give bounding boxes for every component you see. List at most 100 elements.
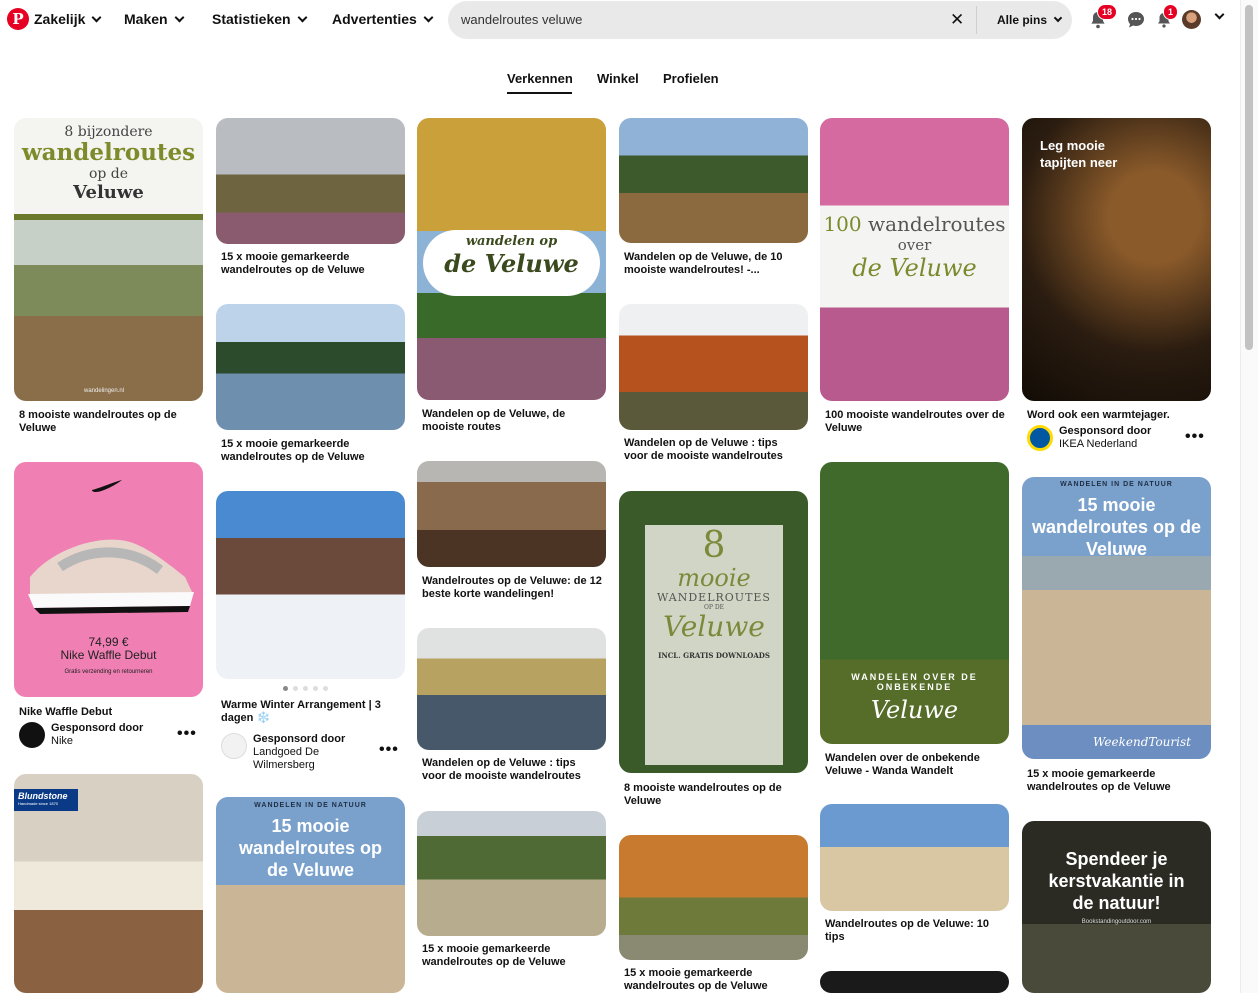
pin-caption[interactable]: 100 mooiste wandelroutes over de Veluwe (825, 409, 1005, 435)
pin-image[interactable]: 100 wandelroutes over de Veluwe (820, 118, 1009, 401)
pin-caption[interactable]: 8 mooiste wandelroutes op de Veluwe (19, 409, 199, 435)
pin-image[interactable] (619, 835, 808, 960)
search-query[interactable]: wandelroutes veluwe (461, 12, 582, 27)
pin-image[interactable] (417, 811, 606, 936)
pin-image-ad[interactable]: Leg mooie tapijten neer (1022, 118, 1211, 401)
nav-statistieken[interactable]: Statistieken (212, 11, 308, 27)
pin-caption[interactable]: 15 x mooie gemarkeerde wandelroutes op d… (221, 251, 401, 277)
tab-winkel[interactable]: Winkel (597, 71, 639, 86)
pin-image-ad[interactable]: 74,99 € Nike Waffle Debut Gratis verzend… (14, 462, 203, 697)
pin-caption[interactable]: Warme Winter Arrangement | 3 dagen ❄️ (221, 699, 397, 725)
search-scope-dropdown[interactable]: Alle pins (997, 13, 1063, 27)
sponsor-name: Nike (51, 735, 74, 747)
sponsored-label: Gesponsord door (51, 722, 144, 734)
nav-advertenties[interactable]: Advertenties (332, 11, 434, 27)
nike-swoosh-icon (92, 480, 122, 492)
pin-source-watermark: Bookstandingoutdoor.com (1081, 919, 1152, 925)
tab-profielen[interactable]: Profielen (663, 71, 719, 86)
brand-tag: Blundstone Handmade since 1870 (14, 789, 78, 811)
updates-badge: 1 (1163, 4, 1179, 20)
search-input[interactable]: wandelroutes veluwe ✕ Alle pins (448, 1, 1072, 39)
pin-caption[interactable]: 15 x mooie gemarkeerde wandelroutes op d… (422, 943, 602, 969)
ad-product: Nike Waffle Debut (60, 648, 157, 662)
tab-verkennen[interactable]: Verkennen (507, 71, 573, 86)
page-scrollbar[interactable] (1240, 0, 1258, 993)
pin-caption[interactable]: Wandelen op de Veluwe, de mooiste routes (422, 408, 602, 434)
more-options-icon[interactable]: ••• (379, 741, 399, 759)
pin-overlay-title: Spendeer je kerstvakantie in de natuur! (1048, 849, 1185, 913)
pin-logo: WeekendTourist (1093, 735, 1191, 749)
chevron-down-icon (423, 12, 434, 22)
account-menu-chevron-icon[interactable] (1214, 9, 1225, 20)
more-options-icon[interactable]: ••• (1185, 428, 1205, 446)
pin-caption[interactable]: Word ook een warmtejager. (1027, 409, 1207, 422)
sponsored-label: Gesponsord door (253, 733, 346, 745)
pin-image[interactable]: WANDELEN IN DE NATUUR 15 mooie wandelrou… (1022, 477, 1211, 759)
pin-image[interactable]: 8 mooie WANDELROUTES OP DE Veluwe INCL. … (619, 491, 808, 773)
pin-caption[interactable]: 15 x mooie gemarkeerde wandelroutes op d… (1027, 768, 1207, 794)
profile-avatar[interactable] (1182, 10, 1201, 29)
pin-overlay-title: wandelen op de Veluwe (444, 234, 579, 278)
sponsored-label: Gesponsord door (1059, 425, 1152, 437)
pin-image[interactable] (820, 971, 1009, 993)
pin-overlay-top: WANDELEN IN DE NATUUR (1060, 481, 1173, 488)
pin-image[interactable] (417, 461, 606, 567)
chevron-down-icon (174, 12, 185, 22)
chevron-down-icon (1053, 13, 1063, 23)
sponsor-info[interactable]: Gesponsord door IKEA Nederland (1027, 425, 1151, 451)
chevron-down-icon (297, 12, 308, 22)
ad-price: 74,99 € (88, 635, 129, 649)
messages-icon[interactable] (1126, 10, 1146, 30)
sneaker-image (28, 539, 194, 614)
pin-overlay-title: 100 wandelroutes over de Veluwe (823, 212, 1006, 282)
top-navigation: P Zakelijk Maken Statistieken Advertenti… (0, 0, 1240, 40)
sponsor-name: Landgoed De Wilmersberg (253, 746, 320, 771)
ad-shipping: Gratis verzending en retourneren (64, 669, 153, 675)
pin-overlay-title: 8 mooie WANDELROUTES OP DE Veluwe INCL. … (657, 525, 771, 661)
pin-caption[interactable]: Wandelen over de onbekende Veluwe - Wand… (825, 752, 1005, 778)
ikea-avatar (1027, 425, 1053, 451)
pin-image[interactable]: wandelen op de Veluwe (417, 118, 606, 400)
pinterest-logo-icon[interactable]: P (7, 8, 29, 30)
sponsor-info[interactable]: Gesponsord door Nike (19, 722, 143, 748)
pin-image[interactable] (820, 804, 1009, 911)
more-options-icon[interactable]: ••• (177, 725, 197, 743)
pin-overlay-title: 15 mooie wandelroutes op de Veluwe (238, 816, 382, 880)
pin-image[interactable] (216, 491, 405, 679)
pin-image[interactable] (216, 118, 405, 244)
pin-source-watermark: wandelingen.nl (84, 388, 125, 394)
pin-image[interactable]: WANDELEN IN DE NATUUR 15 mooie wandelrou… (216, 797, 405, 993)
nav-zakelijk[interactable]: Zakelijk (34, 11, 102, 27)
pin-image-ad[interactable]: Blundstone Handmade since 1870 (14, 774, 203, 993)
pin-caption[interactable]: 15 x mooie gemarkeerde wandelroutes op d… (624, 967, 804, 993)
sponsor-info[interactable]: Gesponsord door Landgoed De Wilmersberg (221, 733, 363, 772)
pin-caption[interactable]: Wandelroutes op de Veluwe: de 12 beste k… (422, 575, 602, 601)
pin-image[interactable]: Spendeer je kerstvakantie in de natuur! … (1022, 821, 1211, 993)
pin-caption[interactable]: Nike Waffle Debut (19, 706, 199, 719)
scrollbar-thumb[interactable] (1245, 5, 1253, 350)
pin-overlay-top: WANDELEN OVER DE ONBEKENDE (851, 672, 978, 692)
carousel-dots[interactable] (283, 686, 328, 691)
pin-image[interactable] (417, 628, 606, 750)
active-tab-indicator (507, 92, 572, 94)
pin-image[interactable] (216, 304, 405, 430)
pin-caption[interactable]: Wandelroutes op de Veluwe: 10 tips (825, 918, 1005, 944)
clear-search-icon[interactable]: ✕ (950, 9, 964, 31)
pin-image[interactable] (619, 118, 808, 243)
pin-overlay-title: Leg mooie tapijten neer (1040, 138, 1118, 170)
pin-image[interactable]: WANDELEN OVER DE ONBEKENDE Veluwe (820, 462, 1009, 744)
pin-caption[interactable]: 8 mooiste wandelroutes op de Veluwe (624, 782, 804, 808)
wilmersberg-avatar (221, 733, 247, 759)
pin-image[interactable] (619, 304, 808, 430)
pin-overlay-title: 8 bijzondere wandelroutes op de Veluwe (21, 124, 196, 203)
pin-caption[interactable]: Wandelen op de Veluwe, de 10 mooiste wan… (624, 251, 804, 277)
pin-image[interactable]: 8 bijzondere wandelroutes op de Veluwe w… (14, 118, 203, 401)
pin-overlay-title: 15 mooie wandelroutes op de Veluwe (1031, 495, 1202, 559)
chevron-down-icon (91, 12, 102, 22)
notifications-badge: 18 (1097, 4, 1118, 20)
pin-caption[interactable]: Wandelen op de Veluwe : tips voor de moo… (422, 757, 602, 783)
pin-caption[interactable]: Wandelen op de Veluwe : tips voor de moo… (624, 437, 804, 463)
pin-overlay-top: WANDELEN IN DE NATUUR (254, 802, 367, 809)
nav-maken[interactable]: Maken (124, 11, 185, 27)
pin-caption[interactable]: 15 x mooie gemarkeerde wandelroutes op d… (221, 438, 401, 464)
